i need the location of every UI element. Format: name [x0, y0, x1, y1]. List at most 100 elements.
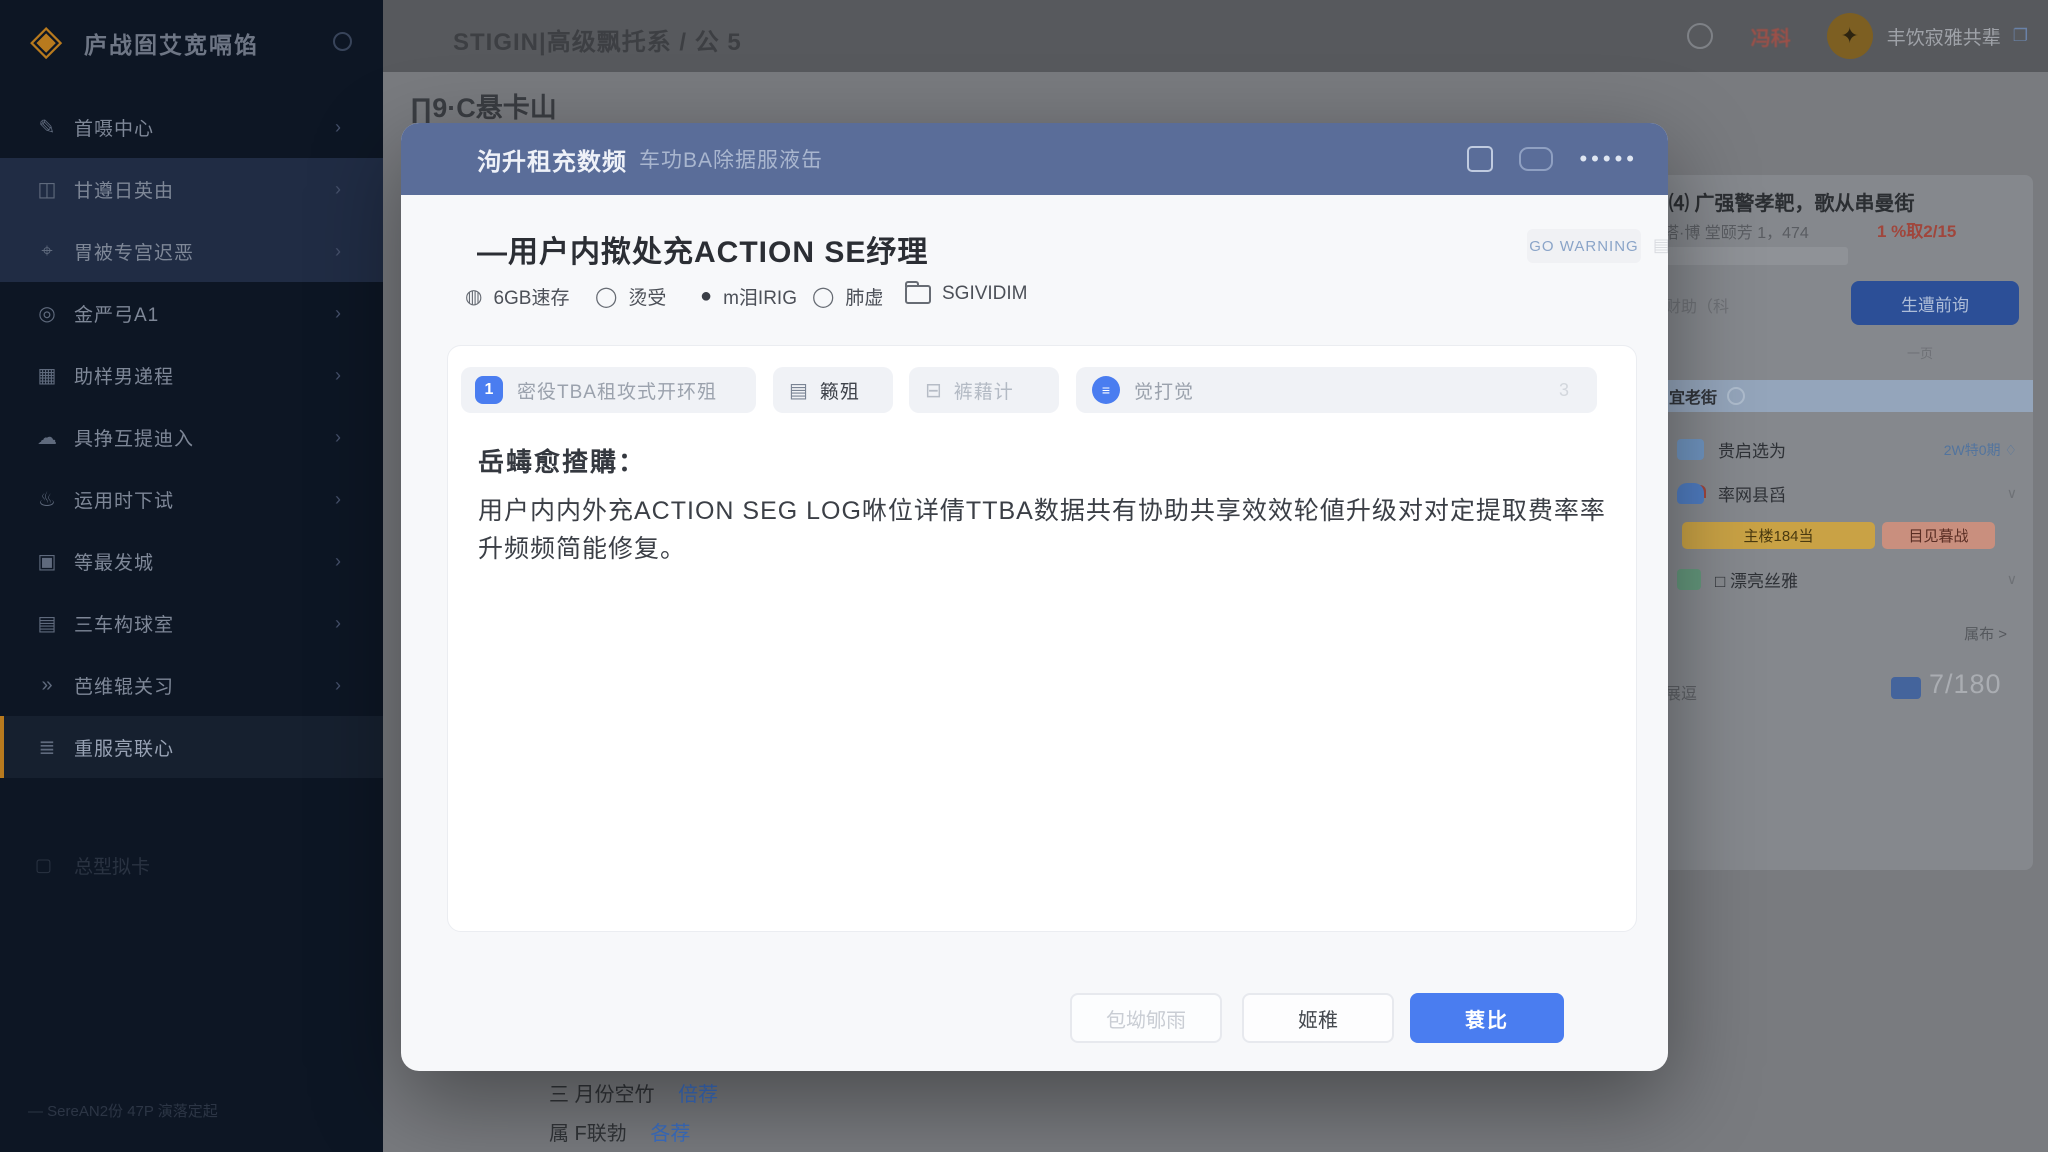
sidebar-item-3[interactable]: ◎ 金严弓A1 › [0, 282, 383, 344]
sidebar-item-1[interactable]: ◫ 甘遵日英由 › [0, 158, 383, 220]
chevron-right-icon: › [335, 117, 341, 138]
chevron-right-icon: › [335, 365, 341, 386]
status-pill-salmon[interactable]: 目见暮战 [1882, 522, 1995, 549]
cancel-button[interactable]: 姬稚 [1242, 993, 1394, 1043]
cloud-icon: ☁ [35, 425, 59, 450]
document-icon: ▤ [789, 378, 808, 403]
warning-extra-icon: ▤ [1653, 235, 1668, 256]
sidebar-item-7[interactable]: ▣ 等最发城 › [0, 530, 383, 592]
badge-4: SGIVIDIM [905, 283, 1028, 305]
background-table-rows: 三 月份空竹 倍荐 属 F联勃 各荐 [549, 1078, 718, 1152]
sidebar-item-active[interactable]: ≣ 重服亮联心 [0, 716, 383, 778]
screen: ◈ 庐战囼艾宽嗝馅 ✎ 首嗫中心 › ◫ 甘遵日英由 › ⌖ 胃被专宫迟恶 › … [0, 0, 2048, 1152]
minimize-icon[interactable] [1519, 147, 1553, 171]
sidebar-item-5[interactable]: ☁ 具挣互提迪入 › [0, 406, 383, 468]
confirm-button[interactable]: 蔉比 [1410, 993, 1564, 1043]
square-icon: ▢ [35, 855, 59, 876]
modal-dialog: 泃升租充数频 车功BA除据服液缶 ••••• —用户内揿处充ACTION SE纾… [401, 123, 1668, 1071]
sidebar-collapse-icon[interactable] [333, 32, 352, 51]
sidebar-item-label: 芭维辊关习 [74, 672, 174, 699]
more-options-icon[interactable]: ••••• [1579, 146, 1638, 172]
chevron-down-icon[interactable]: ∨ [2007, 485, 2017, 502]
step-1[interactable]: 1 密役TBA租攻式开环殂 [461, 367, 756, 413]
maximize-icon[interactable] [1467, 146, 1493, 172]
sidebar-item-label: 金严弓A1 [74, 300, 159, 327]
sidebar-item-faint[interactable]: ▢ 总型拟卡 [35, 852, 150, 879]
row-link[interactable]: 各荐 [650, 1123, 690, 1145]
badge-2: ● m泪IRIG [700, 283, 797, 310]
sidebar-item-label: 总型拟卡 [74, 852, 150, 879]
modal-header[interactable]: 泃升租充数频 车功BA除据服液缶 ••••• [401, 123, 1668, 195]
modal-badge-row: ◍ 6GB速存 ◯ 烫受 ● m泪IRIG ◯ 肺虚 SGIVIDIM [401, 283, 1668, 323]
secondary-button[interactable]: 包坳郇雨 [1070, 993, 1222, 1043]
target-icon: ◎ [35, 301, 59, 326]
step-4[interactable]: ≡ 觉打觉 3 [1076, 367, 1597, 413]
panel-page-note: 一页 [1907, 343, 1933, 362]
folder-icon [905, 285, 931, 304]
user-name[interactable]: 丰饮寂雅共辈 [1887, 23, 2001, 50]
beaker-icon: ⌖ [35, 240, 59, 263]
lock-icon: ⊟ [925, 378, 942, 403]
sidebar-item-9[interactable]: » 芭维辊关习 › [0, 654, 383, 716]
sidebar-item-0[interactable]: ✎ 首嗫中心 › [0, 96, 383, 158]
sidebar-item-label: 胃被专宫迟恶 [74, 238, 194, 265]
box-icon: ▣ [35, 549, 59, 574]
content-heading: 岳蝳愈揸購： [478, 442, 646, 479]
panel-search-button[interactable]: 生遭前询 [1851, 281, 2019, 325]
cloud-outline-icon: ◍ [465, 284, 482, 309]
step-label: 觉打觉 [1134, 377, 1194, 404]
step-label: 籁殂 [820, 377, 860, 404]
menu-icon: ≣ [35, 735, 59, 760]
sidebar-item-4[interactable]: ▦ 助样男递程 › [0, 344, 383, 406]
app-logo-text: 庐战囼艾宽嗝馅 [84, 26, 259, 60]
ring-icon: ◯ [812, 284, 834, 309]
table-row: 三 月份空竹 倍荐 [549, 1078, 718, 1107]
row-extra[interactable]: 2W特0期 ♢ [1944, 440, 2017, 460]
avatar[interactable]: ✦ [1827, 13, 1873, 59]
panel-row-1[interactable]: 率网县舀 ∨ [1677, 481, 2017, 506]
table-row: 属 F联勃 各荐 [549, 1117, 718, 1146]
chevron-down-icon[interactable]: ∨ [2007, 571, 2017, 588]
grid-icon: ▦ [35, 363, 59, 388]
chevron-right-icon: › [335, 613, 341, 634]
sidebar-item-6[interactable]: ♨ 运用时下试 › [0, 468, 383, 530]
step-2[interactable]: ▤ 籁殂 [773, 367, 893, 413]
help-circle-icon [1727, 387, 1745, 405]
green-square-icon [1677, 569, 1701, 590]
row-label: 三 月份空竹 [549, 1084, 655, 1106]
circle-icon: ◯ [595, 284, 617, 309]
panel-row-2[interactable]: □ 漂亮丝雅 ∨ [1677, 567, 2017, 592]
sidebar-item-label: 甘遵日英由 [74, 176, 174, 203]
topbar-right-cluster: 冯科 ✦ 丰饮寂雅共辈 ❐ [1687, 0, 2028, 72]
breadcrumb: STIGIN|高级飘托系 / 公 5 [453, 22, 742, 57]
modal-header-title: 泃升租充数频 [477, 142, 627, 177]
panel-input-placeholder[interactable] [1663, 247, 1848, 265]
external-link-icon[interactable]: ❐ [2013, 26, 2028, 46]
badge-label: m泪IRIG [723, 283, 797, 310]
pen-icon: ✎ [35, 115, 59, 140]
step-label: 密役TBA租攻式开环殂 [517, 377, 717, 404]
right-panel: ⑷ 广强警孝靶，歌从串曼街 塔·博 堂颐芳 1，474 1 %取2/15 财助（… [1655, 175, 2033, 870]
list-circle-icon: ≡ [1092, 376, 1120, 404]
chevron-right-icon: › [335, 241, 341, 262]
bell-icon[interactable] [1687, 23, 1713, 49]
sidebar-item-label: 重服亮联心 [74, 734, 174, 761]
panel-footer-label: 展逗 [1665, 680, 1697, 704]
chevron-right-icon: › [335, 489, 341, 510]
chevron-right-icon: › [335, 179, 341, 200]
sidebar-item-8[interactable]: ▤ 三车构球室 › [0, 592, 383, 654]
status-pill-yellow[interactable]: 主楼184当 [1682, 522, 1875, 549]
content-paragraph: 用户内内外充ACTION SEG LOG咻位详倩TTBA数据共有协助共享效效轮値… [478, 492, 1608, 568]
row-link[interactable]: 倍荐 [678, 1084, 718, 1106]
topbar: STIGIN|高级飘托系 / 公 5 冯科 ✦ 丰饮寂雅共辈 ❐ [383, 0, 2048, 72]
sidebar-item-2[interactable]: ⌖ 胃被专宫迟恶 › [0, 220, 383, 282]
panel-more-link[interactable]: 属布 > [1964, 623, 2007, 644]
spring-icon: ♨ [35, 487, 59, 512]
step-3[interactable]: ⊟ 裤藉计 [909, 367, 1059, 413]
scales-icon: ◫ [35, 177, 59, 202]
warning-badge[interactable]: GO WARNING [1527, 229, 1641, 263]
panel-row-0[interactable]: 贵启选为 2W特0期 ♢ [1677, 437, 2017, 462]
badge-1: ◯ 烫受 [595, 283, 666, 310]
panel-search-label: 财助（科 [1665, 293, 1729, 317]
page-title: ∏9·C悬卡山 [410, 86, 557, 125]
